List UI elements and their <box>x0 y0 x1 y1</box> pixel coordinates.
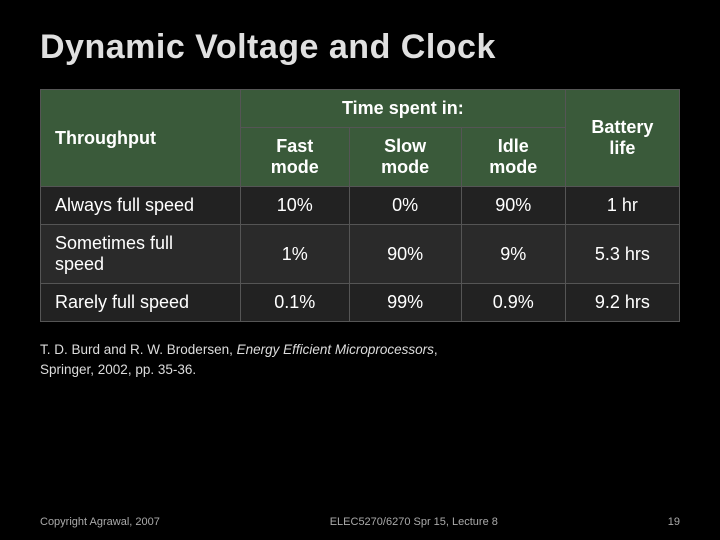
slide-title: Dynamic Voltage and Clock <box>40 28 680 67</box>
data-table: Throughput Time spent in: Battery life F… <box>40 89 680 322</box>
footnote-prefix: T. D. Burd and R. W. Brodersen, <box>40 342 237 357</box>
row1-idle: 9% <box>461 225 565 284</box>
footnote-suffix: , <box>434 342 438 357</box>
data-table-wrapper: Throughput Time spent in: Battery life F… <box>40 89 680 322</box>
idle-mode-header: Idle mode <box>461 128 565 187</box>
footnote-line2: Springer, 2002, pp. 35-36. <box>40 362 196 377</box>
row1-label: Sometimes full speed <box>41 225 241 284</box>
header-row-top: Throughput Time spent in: Battery life <box>41 90 680 128</box>
footnote: T. D. Burd and R. W. Brodersen, Energy E… <box>40 340 680 381</box>
battery-life-header: Battery life <box>565 90 679 187</box>
slide-footer: Copyright Agrawal, 2007 ELEC5270/6270 Sp… <box>40 516 680 528</box>
row2-slow: 99% <box>349 284 461 322</box>
row1-slow: 90% <box>349 225 461 284</box>
row2-fast: 0.1% <box>241 284 350 322</box>
row1-fast: 1% <box>241 225 350 284</box>
row1-battery: 5.3 hrs <box>565 225 679 284</box>
footer-course: ELEC5270/6270 Spr 15, Lecture 8 <box>330 516 498 528</box>
table-row: Sometimes full speed 1% 90% 9% 5.3 hrs <box>41 225 680 284</box>
time-spent-header: Time spent in: <box>241 90 566 128</box>
footer-page: 19 <box>668 516 680 528</box>
row2-label: Rarely full speed <box>41 284 241 322</box>
row2-battery: 9.2 hrs <box>565 284 679 322</box>
throughput-header: Throughput <box>41 90 241 187</box>
slide: Dynamic Voltage and Clock Throughput Tim… <box>0 0 720 540</box>
row0-slow: 0% <box>349 187 461 225</box>
table-row: Always full speed 10% 0% 90% 1 hr <box>41 187 680 225</box>
row2-idle: 0.9% <box>461 284 565 322</box>
row0-battery: 1 hr <box>565 187 679 225</box>
row0-label: Always full speed <box>41 187 241 225</box>
footnote-italic: Energy Efficient Microprocessors <box>237 342 434 357</box>
slow-mode-header: Slow mode <box>349 128 461 187</box>
row0-fast: 10% <box>241 187 350 225</box>
table-row: Rarely full speed 0.1% 99% 0.9% 9.2 hrs <box>41 284 680 322</box>
row0-idle: 90% <box>461 187 565 225</box>
footer-copyright: Copyright Agrawal, 2007 <box>40 516 160 528</box>
fast-mode-header: Fast mode <box>241 128 350 187</box>
